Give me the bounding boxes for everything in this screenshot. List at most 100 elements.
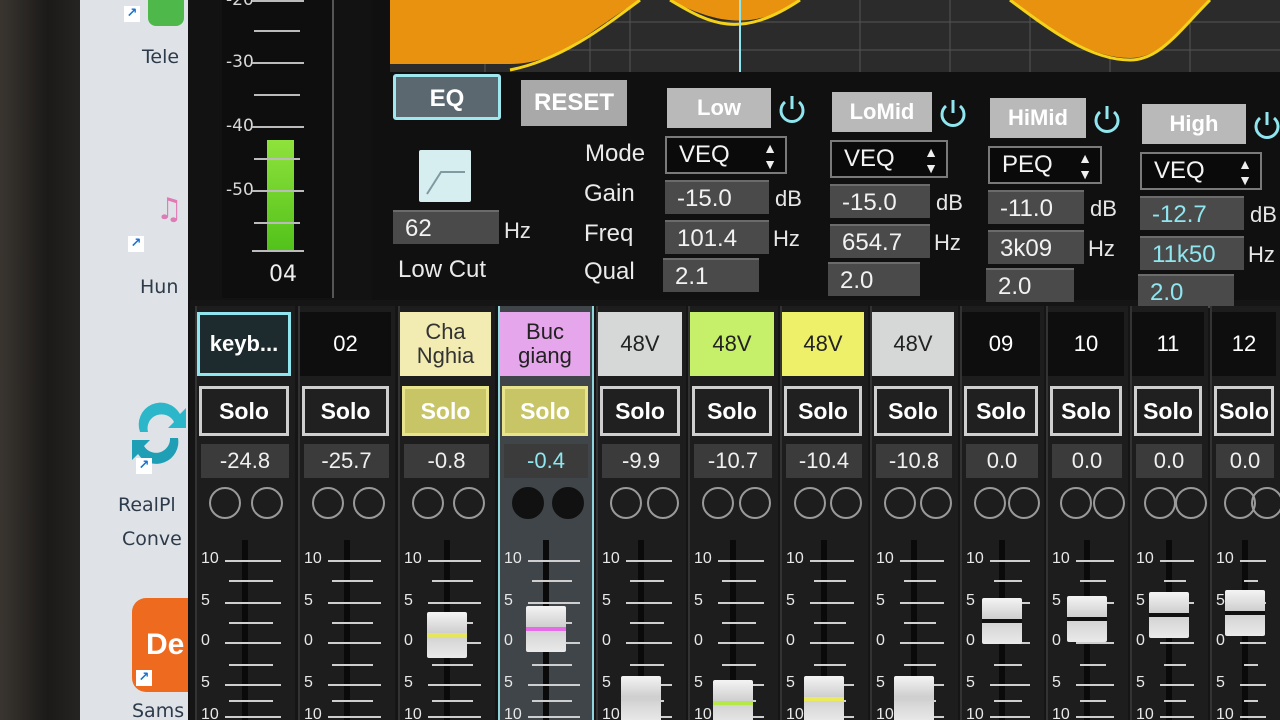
channel-3-led-left[interactable] — [412, 487, 444, 519]
fader-scale-label: 10 — [1216, 706, 1234, 720]
band-high-power-icon[interactable] — [1250, 108, 1280, 142]
fader-minor-tick — [532, 700, 572, 702]
channel-7-led-right[interactable] — [830, 487, 862, 519]
fader-track-1[interactable] — [242, 540, 248, 720]
channel-9-led-left[interactable] — [974, 487, 1006, 519]
solo-button-11[interactable]: Solo — [1134, 386, 1202, 436]
channel-2-led-left[interactable] — [312, 487, 344, 519]
channel-name-3[interactable]: Cha Nghia — [400, 312, 491, 376]
band-lomid-mode-select[interactable]: VEQ ▲ ▼ — [830, 140, 948, 178]
channel-5-led-right[interactable] — [647, 487, 679, 519]
channel-name-2[interactable]: 02 — [300, 312, 391, 376]
channel-6-led-right[interactable] — [739, 487, 771, 519]
channel-name-12[interactable]: 12 — [1212, 312, 1276, 376]
band-low-power-icon[interactable] — [775, 92, 809, 126]
solo-button-9[interactable]: Solo — [964, 386, 1038, 436]
band-himid-qual-field[interactable]: 2.0 — [986, 268, 1074, 302]
fader-track-2[interactable] — [343, 540, 350, 720]
channel-11-led-right[interactable] — [1175, 487, 1207, 519]
fader-knob-3[interactable] — [426, 612, 467, 658]
solo-button-10[interactable]: Solo — [1050, 386, 1122, 436]
fader-scale-tick — [1160, 684, 1194, 686]
channel-9-led-right[interactable] — [1008, 487, 1040, 519]
music-app-icon[interactable]: ♫ — [156, 192, 186, 228]
channel-name-9[interactable]: 09 — [962, 312, 1040, 376]
channel-10-led-right[interactable] — [1093, 487, 1125, 519]
band-himid-gain-field[interactable]: -11.0 — [988, 190, 1084, 224]
channel-name-7[interactable]: 48V — [782, 312, 864, 376]
fader-knob-8[interactable] — [894, 676, 934, 720]
solo-button-5[interactable]: Solo — [600, 386, 680, 436]
channel-name-10[interactable]: 10 — [1048, 312, 1124, 376]
band-lomid-gain-field[interactable]: -15.0 — [830, 184, 930, 218]
channel-11-led-left[interactable] — [1144, 487, 1176, 519]
fader-scale-tick — [626, 602, 672, 604]
fader-knob-10[interactable] — [1067, 596, 1107, 642]
fader-scale-tick — [1240, 560, 1266, 562]
band-button-lomid[interactable]: LoMid — [832, 92, 932, 132]
low-cut-frequency-field[interactable]: 62 — [393, 210, 499, 244]
channel-5-led-left[interactable] — [610, 487, 642, 519]
band-high-freq-field[interactable]: 11k50 — [1140, 236, 1244, 270]
channel-6-led-left[interactable] — [702, 487, 734, 519]
fader-scale-label: 5 — [694, 592, 703, 609]
fader-knob-12[interactable] — [1225, 590, 1265, 636]
band-button-low[interactable]: Low — [667, 88, 771, 128]
fader-scale-label: 0 — [786, 632, 795, 649]
band-lomid-power-icon[interactable] — [936, 96, 970, 130]
band-low-qual-field[interactable]: 2.1 — [663, 258, 759, 292]
band-low-freq-field[interactable]: 101.4 — [665, 220, 769, 254]
band-high-gain-field[interactable]: -12.7 — [1140, 196, 1244, 230]
band-himid-mode-select[interactable]: PEQ ▲ ▼ — [988, 146, 1102, 184]
band-himid-power-icon[interactable] — [1090, 102, 1124, 136]
channel-12-led-right[interactable] — [1251, 487, 1280, 519]
solo-button-7[interactable]: Solo — [784, 386, 862, 436]
channel-name-1[interactable]: keyb... — [197, 312, 291, 376]
band-low-mode-select[interactable]: VEQ ▲ ▼ — [665, 136, 787, 174]
channel-name-11[interactable]: 11 — [1132, 312, 1204, 376]
channel-name-6[interactable]: 48V — [690, 312, 774, 376]
channel-7-led-left[interactable] — [794, 487, 826, 519]
channel-2-led-right[interactable] — [352, 487, 385, 519]
fader-knob-9[interactable] — [982, 598, 1022, 644]
channel-1-led-right[interactable] — [251, 487, 283, 519]
solo-button-6[interactable]: Solo — [692, 386, 772, 436]
band-himid-freq-field[interactable]: 3k09 — [988, 230, 1084, 264]
band-button-himid[interactable]: HiMid — [990, 98, 1086, 138]
fader-knob-7[interactable] — [804, 676, 844, 720]
telegram-icon[interactable] — [148, 0, 184, 26]
band-low-gain-field[interactable]: -15.0 — [665, 180, 769, 214]
band-lomid-qual-field[interactable]: 2.0 — [828, 262, 920, 296]
band-button-high[interactable]: High — [1142, 104, 1246, 144]
band-high-mode-select[interactable]: VEQ ▲ ▼ — [1140, 152, 1262, 190]
solo-button-4[interactable]: Solo — [502, 386, 588, 436]
solo-button-8[interactable]: Solo — [874, 386, 952, 436]
fader-knob-5[interactable] — [621, 676, 661, 720]
fader-knob-11[interactable] — [1149, 592, 1189, 638]
channel-8-led-left[interactable] — [884, 487, 916, 519]
realplayer-converter-icon[interactable] — [130, 392, 188, 468]
channel-4-led-left[interactable] — [512, 487, 544, 519]
solo-button-2[interactable]: Solo — [302, 386, 389, 436]
channel-4-led-right[interactable] — [552, 487, 584, 519]
eq-button[interactable]: EQ — [393, 74, 501, 120]
solo-button-12[interactable]: Solo — [1214, 386, 1274, 436]
reset-button[interactable]: RESET — [521, 80, 627, 126]
channel-name-5[interactable]: 48V — [598, 312, 682, 376]
fader-knob-4[interactable] — [526, 606, 566, 652]
channel-8-led-right[interactable] — [920, 487, 952, 519]
solo-button-1[interactable]: Solo — [199, 386, 289, 436]
fader-minor-tick — [229, 664, 273, 666]
solo-button-3[interactable]: Solo — [402, 386, 489, 436]
fader-knob-6[interactable] — [713, 680, 753, 720]
eq-curve-graph[interactable] — [390, 0, 1280, 72]
band-lomid-freq-field[interactable]: 654.7 — [830, 224, 930, 258]
channel-name-8[interactable]: 48V — [872, 312, 954, 376]
channel-3-led-right[interactable] — [452, 487, 485, 519]
mode-value: PEQ — [1002, 151, 1053, 178]
channel-name-4[interactable]: Buc giang — [500, 312, 590, 376]
channel-1-led-left[interactable] — [209, 487, 241, 519]
band-high-qual-field[interactable]: 2.0 — [1138, 274, 1234, 308]
low-cut-filter-icon[interactable] — [419, 150, 471, 202]
channel-10-led-left[interactable] — [1060, 487, 1092, 519]
